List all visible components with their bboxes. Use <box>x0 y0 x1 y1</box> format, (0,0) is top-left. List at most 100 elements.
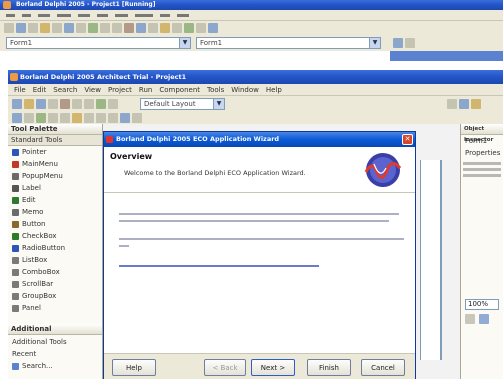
menu-item[interactable] <box>135 13 153 17</box>
cancel-button[interactable]: Cancel <box>361 359 405 376</box>
tool-palette-item[interactable]: Label <box>8 182 102 194</box>
menu-item[interactable] <box>177 13 189 17</box>
layout-combo[interactable]: Default Layout ▼ <box>140 97 225 110</box>
close-icon[interactable]: ✕ <box>402 134 413 145</box>
toolbar-icon[interactable] <box>24 112 34 123</box>
toolbar-icon[interactable] <box>96 112 106 123</box>
run-icon[interactable] <box>96 98 106 109</box>
new-icon[interactable] <box>12 98 22 109</box>
next-button[interactable]: Next > <box>251 359 295 376</box>
toolbar-icon[interactable] <box>36 112 46 123</box>
toolbar-icon[interactable] <box>124 23 134 33</box>
toolbar-icon[interactable] <box>132 112 142 123</box>
chevron-down-icon[interactable]: ▼ <box>179 38 190 48</box>
tool-palette-item[interactable]: Memo <box>8 206 102 218</box>
toolbar-icon[interactable] <box>196 23 206 33</box>
menu-item[interactable] <box>38 13 50 17</box>
tool-palette-item[interactable]: Pointer <box>8 146 102 158</box>
toolbar-icon[interactable] <box>72 112 82 123</box>
toolbar-icon[interactable] <box>184 23 194 33</box>
tool-palette-item[interactable]: MainMenu <box>8 158 102 170</box>
chevron-down-icon[interactable]: ▼ <box>213 98 224 109</box>
toolbar-icon[interactable] <box>479 314 489 324</box>
body-link-line[interactable] <box>119 265 319 267</box>
menu-item[interactable] <box>22 13 31 17</box>
menu-item[interactable] <box>78 13 90 17</box>
toolbar-icon[interactable] <box>208 23 218 33</box>
menu-item[interactable] <box>97 13 108 17</box>
tool-palette-item[interactable]: PopupMenu <box>8 170 102 182</box>
toolbar-icon[interactable] <box>108 112 118 123</box>
menu-run[interactable]: Run <box>139 86 152 94</box>
toolbar-icon[interactable] <box>4 23 14 33</box>
tool-palette-item[interactable]: ScrollBar <box>8 278 102 290</box>
menu-edit[interactable]: Edit <box>33 86 47 94</box>
inspector-item[interactable]: Properties <box>461 147 503 159</box>
toolbar-icon[interactable] <box>405 38 415 48</box>
menu-search[interactable]: Search <box>53 86 77 94</box>
inner-title-bar[interactable]: Borland Delphi 2005 Architect Trial - Pr… <box>8 70 503 84</box>
tool-palette-item[interactable]: CheckBox <box>8 230 102 242</box>
finish-button[interactable]: Finish <box>307 359 351 376</box>
tool-palette-item[interactable]: ListBox <box>8 254 102 266</box>
menu-item[interactable] <box>57 13 71 17</box>
toolbar-icon[interactable] <box>136 23 146 33</box>
tool-palette-item[interactable]: Edit <box>8 194 102 206</box>
toolbar-icon[interactable] <box>48 98 58 109</box>
toolbar-icon[interactable] <box>100 23 110 33</box>
copy-icon[interactable] <box>72 98 82 109</box>
menu-item[interactable] <box>160 13 170 17</box>
toolbar-icon[interactable] <box>52 23 62 33</box>
toolbar-icon[interactable] <box>40 23 50 33</box>
toolbar-icon[interactable] <box>28 23 38 33</box>
tool-palette-item[interactable]: GroupBox <box>8 290 102 302</box>
toolbar-icon[interactable] <box>120 112 130 123</box>
additional-header[interactable]: Additional <box>8 324 102 335</box>
menu-file[interactable]: File <box>14 86 26 94</box>
back-button[interactable]: < Back <box>204 359 246 376</box>
property-row[interactable] <box>463 168 501 171</box>
chevron-down-icon[interactable]: ▼ <box>369 38 380 48</box>
dialog-title-bar[interactable]: Borland Delphi 2005 ECO Application Wiza… <box>104 132 415 147</box>
outer-title-bar[interactable]: Borland Delphi 2005 - Project1 [Running] <box>0 0 503 10</box>
toolbar-icon[interactable] <box>12 112 22 123</box>
pause-icon[interactable] <box>108 98 118 109</box>
form-combo[interactable]: Form1 ▼ <box>196 37 381 49</box>
menu-help[interactable]: Help <box>266 86 282 94</box>
property-row[interactable] <box>463 174 501 177</box>
toolbar-icon[interactable] <box>465 314 475 324</box>
toolbar-icon[interactable] <box>471 98 481 109</box>
toolbar-icon[interactable] <box>160 23 170 33</box>
toolbar-icon[interactable] <box>172 23 182 33</box>
help-button[interactable]: Help <box>112 359 156 376</box>
menu-view[interactable]: View <box>84 86 101 94</box>
menu-window[interactable]: Window <box>231 86 259 94</box>
toolbar-icon[interactable] <box>112 23 122 33</box>
tool-palette-item[interactable]: Button <box>8 218 102 230</box>
paste-icon[interactable] <box>84 98 94 109</box>
list-item[interactable]: Search... <box>8 360 102 372</box>
toolbar-icon[interactable] <box>447 98 457 109</box>
save-icon[interactable] <box>36 98 46 109</box>
toolbar-icon[interactable] <box>88 23 98 33</box>
tool-palette-item[interactable]: RadioButton <box>8 242 102 254</box>
list-item[interactable]: Recent <box>8 348 102 360</box>
cut-icon[interactable] <box>60 98 70 109</box>
menu-item[interactable] <box>6 13 15 17</box>
toolbar-icon[interactable] <box>76 23 86 33</box>
toolbar-icon[interactable] <box>48 112 58 123</box>
toolbar-icon[interactable] <box>16 23 26 33</box>
toolbar-icon[interactable] <box>459 98 469 109</box>
list-item[interactable]: Additional Tools <box>8 336 102 348</box>
toolbar-icon[interactable] <box>64 23 74 33</box>
menu-tools[interactable]: Tools <box>207 86 224 94</box>
component-combo[interactable]: Form1 ▼ <box>6 37 191 49</box>
menu-project[interactable]: Project <box>108 86 132 94</box>
toolbar-icon[interactable] <box>84 112 94 123</box>
menu-component[interactable]: Component <box>159 86 200 94</box>
tool-palette-item[interactable]: Panel <box>8 302 102 314</box>
toolbar-icon[interactable] <box>393 38 403 48</box>
tool-palette-category[interactable]: Standard Tools <box>8 135 102 146</box>
zoom-combo[interactable]: 100% <box>465 299 499 310</box>
tool-palette-item[interactable]: ComboBox <box>8 266 102 278</box>
